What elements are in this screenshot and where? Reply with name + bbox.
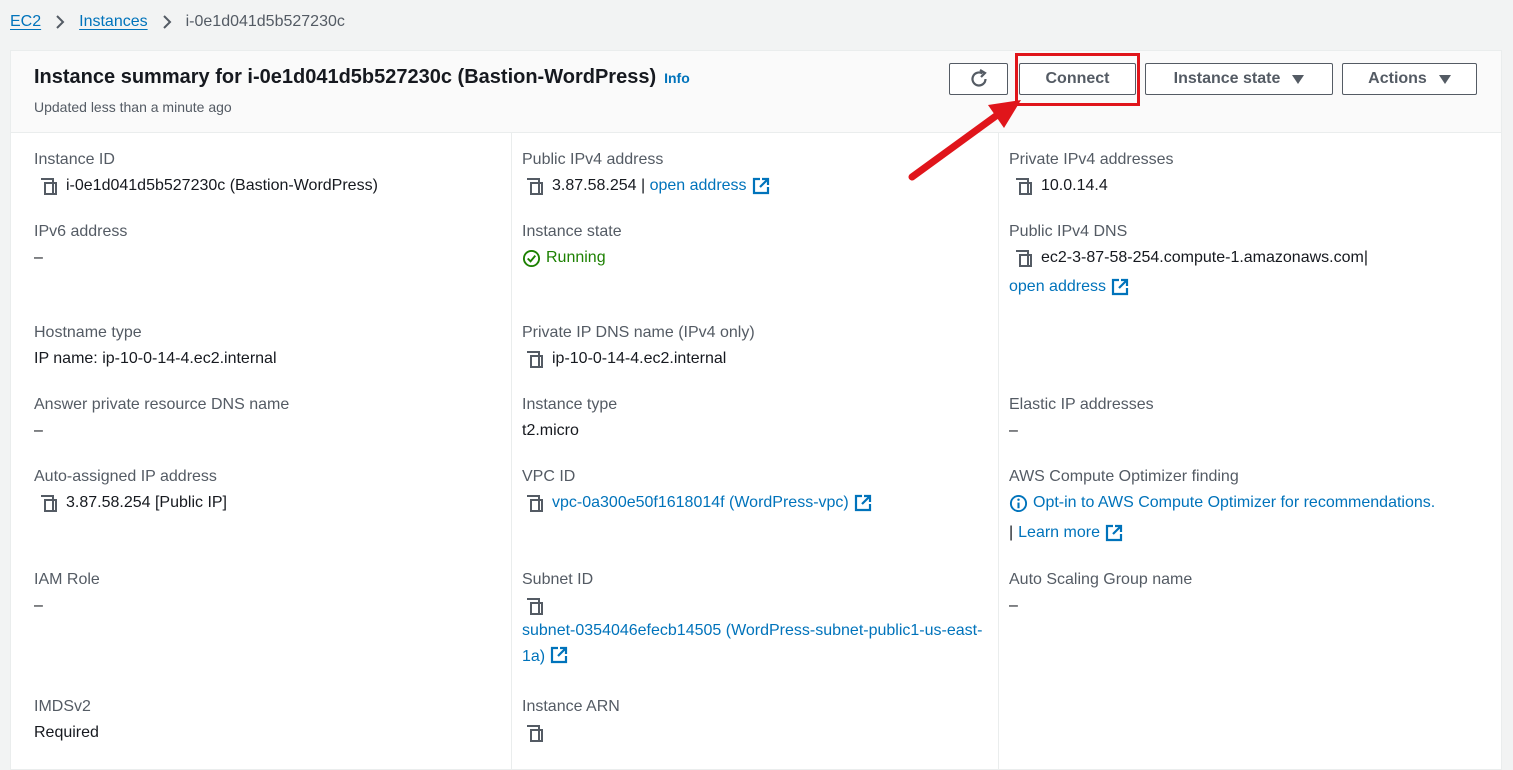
separator: | [1009,524,1014,541]
column-divider [998,133,999,769]
panel-header: Instance summary for i-0e1d041d5b527230c… [11,51,1501,133]
field-label: Public IPv4 address [522,151,664,168]
page-title-text: Instance summary for i-0e1d041d5b527230c… [34,66,657,88]
field-label: Public IPv4 DNS [1009,223,1128,240]
field-value: 3.87.58.254 [Public IP] [66,494,227,511]
field-subnet-id: Subnet ID subnet-0354046efecb14505 (Word… [522,570,992,670]
external-link-icon [1105,524,1123,542]
connect-button[interactable]: Connect [1019,63,1136,95]
field-ipv6-address: IPv6 address – [34,222,127,268]
column-divider [511,133,512,769]
field-instance-arn: Instance ARN [522,697,620,743]
breadcrumb-current: i-0e1d041d5b527230c [185,13,345,30]
status-running: Running [546,249,606,266]
field-value: Required [34,724,99,741]
field-label: IPv6 address [34,223,128,240]
external-link-icon [1111,278,1129,296]
copy-icon[interactable] [525,176,545,196]
open-address-link[interactable]: open address [1009,277,1106,297]
field-elastic-ip: Elastic IP addresses – [1009,395,1154,441]
field-imdsv2: IMDSv2 Required [34,697,99,743]
breadcrumb: EC2 Instances i-0e1d041d5b527230c [10,11,345,33]
field-label: Answer private resource DNS name [34,396,290,413]
field-compute-optimizer: AWS Compute Optimizer finding Opt-in to … [1009,467,1435,543]
field-label: Private IP DNS name (IPv4 only) [522,324,755,341]
breadcrumb-instances-link[interactable]: Instances [79,13,147,31]
field-auto-assigned-ip: Auto-assigned IP address 3.87.58.254 [Pu… [34,467,227,513]
copy-icon[interactable] [525,723,545,743]
field-private-ip-dns: Private IP DNS name (IPv4 only) ip-10-0-… [522,323,755,369]
field-value: t2.micro [522,422,579,439]
chevron-right-icon [41,15,79,29]
check-circle-icon [522,249,541,267]
copy-icon[interactable] [39,493,59,513]
field-label: IAM Role [34,571,100,588]
field-value: – [1009,597,1018,614]
copy-icon[interactable] [1014,176,1034,196]
field-public-dns: Public IPv4 DNS ec2-3-87-58-254.compute-… [1009,222,1368,297]
field-value: – [34,249,43,266]
caret-down-icon [1292,74,1305,84]
field-iam-role: IAM Role – [34,570,100,616]
caret-down-icon [1438,74,1451,84]
field-value: i-0e1d041d5b527230c (Bastion-WordPress) [66,177,378,194]
field-value: 10.0.14.4 [1041,177,1108,194]
field-value: ec2-3-87-58-254.compute-1.amazonaws.com| [1041,249,1368,266]
field-label: Instance state [522,223,622,240]
field-label: Auto-assigned IP address [34,468,217,485]
updated-status: Updated less than a minute ago [34,99,232,115]
optimizer-opt-in-link[interactable]: Opt-in to AWS Compute Optimizer for reco… [1033,493,1435,513]
field-label: Instance ID [34,151,115,168]
copy-icon[interactable] [525,349,545,369]
actions-label: Actions [1368,70,1427,87]
field-label: Hostname type [34,324,142,341]
page-title: Instance summary for i-0e1d041d5b527230c… [34,66,690,89]
field-label: VPC ID [522,468,576,485]
info-circle-icon [1009,494,1028,512]
actions-dropdown[interactable]: Actions [1342,63,1477,95]
field-label: Elastic IP addresses [1009,396,1154,413]
instance-state-label: Instance state [1173,70,1281,87]
learn-more-link[interactable]: Learn more [1018,523,1100,543]
copy-icon[interactable] [525,493,545,513]
field-answer-private-dns: Answer private resource DNS name – [34,395,289,441]
field-private-ipv4: Private IPv4 addresses 10.0.14.4 [1009,150,1174,196]
info-link[interactable]: Info [664,70,690,86]
instance-summary-panel: Instance summary for i-0e1d041d5b527230c… [10,50,1502,770]
chevron-right-icon [148,15,186,29]
field-label: IMDSv2 [34,698,91,715]
field-value: – [34,422,43,439]
refresh-button[interactable] [949,63,1008,95]
field-vpc-id: VPC ID vpc-0a300e50f1618014f (WordPress-… [522,467,872,513]
field-label: Auto Scaling Group name [1009,571,1193,588]
copy-icon[interactable] [525,596,545,616]
copy-icon[interactable] [1014,248,1034,268]
external-link-icon [854,494,872,512]
subnet-id-link[interactable]: subnet-0354046efecb14505 (WordPress-subn… [522,622,982,665]
field-value: – [1009,422,1018,439]
external-link-icon [550,646,568,664]
vpc-id-link[interactable]: vpc-0a300e50f1618014f (WordPress-vpc) [552,493,849,513]
external-link-icon [752,177,770,195]
field-label: Subnet ID [522,571,594,588]
copy-icon[interactable] [39,176,59,196]
field-label: AWS Compute Optimizer finding [1009,468,1239,485]
field-value: ip-10-0-14-4.ec2.internal [552,350,727,367]
field-label: Instance type [522,396,618,413]
field-instance-id: Instance ID i-0e1d041d5b527230c (Bastion… [34,150,378,196]
field-instance-state: Instance state Running [522,222,622,268]
instance-state-dropdown[interactable]: Instance state [1145,63,1333,95]
field-label: Private IPv4 addresses [1009,151,1174,168]
field-instance-type: Instance type t2.micro [522,395,617,441]
refresh-icon [970,69,987,87]
field-value: 3.87.58.254 | [552,177,646,194]
field-hostname-type: Hostname type IP name: ip-10-0-14-4.ec2.… [34,323,277,369]
field-value: IP name: ip-10-0-14-4.ec2.internal [34,350,277,367]
field-auto-scaling-group: Auto Scaling Group name – [1009,570,1192,616]
open-address-link[interactable]: open address [650,176,747,196]
field-label: Instance ARN [522,698,620,715]
field-value: – [34,597,43,614]
field-public-ipv4: Public IPv4 address 3.87.58.254 | open a… [522,150,770,196]
breadcrumb-ec2-link[interactable]: EC2 [10,13,41,31]
